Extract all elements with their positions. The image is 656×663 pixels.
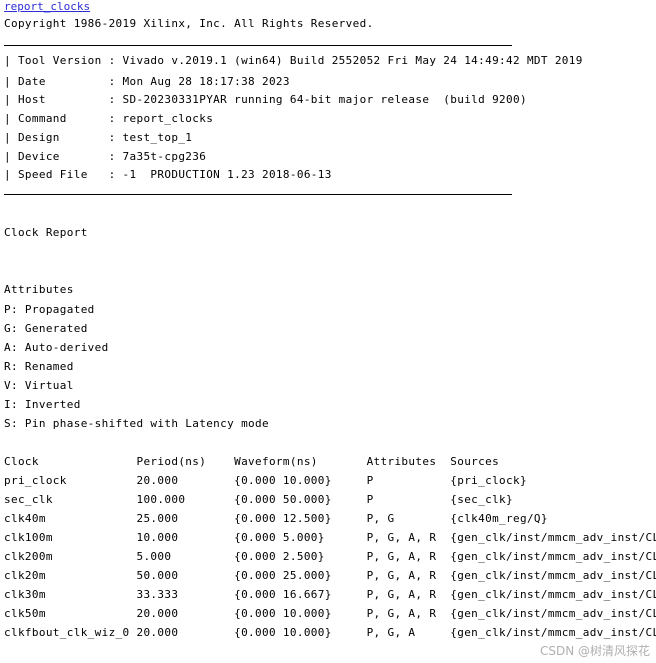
table-row: clk40m 25.000 {0.000 12.500} P, G {clk40… [4, 512, 548, 525]
report-clocks-document: report_clocks Copyright 1986-2019 Xilinx… [0, 0, 656, 663]
attribute-pin-phase-shifted: S: Pin phase-shifted with Latency mode [4, 417, 269, 430]
clock-report-heading: Clock Report [4, 226, 88, 239]
attribute-inverted: I: Inverted [4, 398, 81, 411]
attribute-generated: G: Generated [4, 322, 88, 335]
table-row: clkfbout_clk_wiz_0 20.000 {0.000 10.000}… [4, 626, 656, 639]
table-row: clk20m 50.000 {0.000 25.000} P, G, A, R … [4, 569, 656, 582]
attribute-renamed: R: Renamed [4, 360, 74, 373]
header-row-design: | Design : test_top_1 [4, 131, 193, 144]
table-row: clk50m 20.000 {0.000 10.000} P, G, A, R … [4, 607, 656, 620]
header-divider-bottom [4, 194, 512, 195]
copyright-line: Copyright 1986-2019 Xilinx, Inc. All Rig… [4, 17, 374, 30]
header-divider-top [4, 45, 512, 46]
attributes-heading: Attributes [4, 283, 74, 296]
header-row-device: | Device : 7a35t-cpg236 [4, 150, 207, 163]
report-title-link[interactable]: report_clocks [4, 0, 90, 13]
clock-table-header: Clock Period(ns) Waveform(ns) Attributes… [4, 455, 500, 468]
table-row: sec_clk 100.000 {0.000 50.000} P {sec_cl… [4, 493, 513, 506]
header-row-tool-version: | Tool Version : Vivado v.2019.1 (win64)… [4, 54, 583, 67]
table-row: clk200m 5.000 {0.000 2.500} P, G, A, R {… [4, 550, 656, 563]
header-row-date: | Date : Mon Aug 28 18:17:38 2023 [4, 75, 290, 88]
header-row-host: | Host : SD-20230331PYAR running 64-bit … [4, 93, 527, 106]
table-row: clk30m 33.333 {0.000 16.667} P, G, A, R … [4, 588, 656, 601]
header-row-command: | Command : report_clocks [4, 112, 214, 125]
attribute-auto-derived: A: Auto-derived [4, 341, 109, 354]
attribute-propagated: P: Propagated [4, 303, 95, 316]
header-row-speed-file: | Speed File : -1 PRODUCTION 1.23 2018-0… [4, 168, 332, 181]
table-row: pri_clock 20.000 {0.000 10.000} P {pri_c… [4, 474, 527, 487]
csdn-watermark: CSDN @树清风探花 [539, 644, 650, 658]
attribute-virtual: V: Virtual [4, 379, 74, 392]
table-row: clk100m 10.000 {0.000 5.000} P, G, A, R … [4, 531, 656, 544]
